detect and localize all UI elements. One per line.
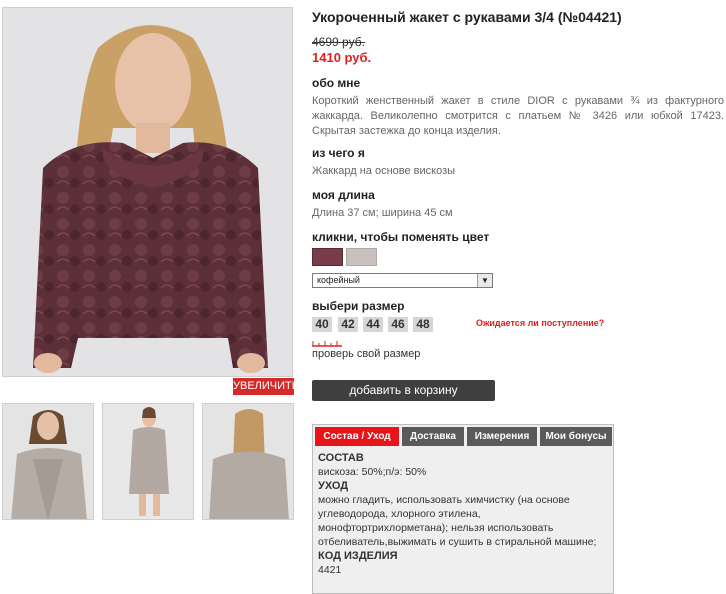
tab-measurements[interactable]: Измерения bbox=[467, 427, 537, 446]
current-price: 1410 руб. bbox=[312, 50, 372, 65]
color-swatch-coffee[interactable] bbox=[312, 248, 343, 266]
ruler-icon bbox=[312, 341, 342, 347]
about-heading: обо мне bbox=[312, 76, 361, 90]
chevron-down-icon[interactable]: ▼ bbox=[477, 274, 492, 287]
length-heading: моя длина bbox=[312, 188, 375, 202]
tab-content: СОСТАВ вискоза: 50%;п/э: 50% УХОД можно … bbox=[318, 451, 598, 577]
thumbnail-1[interactable] bbox=[2, 403, 94, 520]
color-select[interactable]: кофейный ▼ bbox=[312, 273, 493, 288]
product-code: 4421 bbox=[318, 564, 342, 576]
old-price: 4699 руб. bbox=[312, 35, 365, 49]
tab-delivery[interactable]: Доставка bbox=[402, 427, 464, 446]
color-select-value: кофейный bbox=[317, 275, 360, 285]
care-text: можно гладить, использовать химчистку (н… bbox=[318, 494, 597, 548]
tab-my-bonuses[interactable]: Мои бонусы bbox=[540, 427, 612, 446]
size-option-44[interactable]: 44 bbox=[363, 317, 383, 332]
color-heading: кликни, чтобы поменять цвет bbox=[312, 230, 490, 244]
main-product-photo[interactable] bbox=[2, 7, 293, 377]
tab-composition-care[interactable]: Состав / Уход bbox=[315, 427, 399, 446]
length-text: Длина 37 см; ширина 45 см bbox=[312, 207, 453, 219]
size-option-48[interactable]: 48 bbox=[413, 317, 433, 332]
size-option-40[interactable]: 40 bbox=[312, 317, 332, 332]
check-size-link[interactable]: проверь свой размер bbox=[312, 348, 420, 360]
care-heading: УХОД bbox=[318, 480, 349, 492]
size-heading: выбери размер bbox=[312, 299, 405, 313]
info-tabs-panel: Состав / Уход Доставка Измерения Мои бон… bbox=[312, 424, 614, 594]
material-heading: из чего я bbox=[312, 146, 365, 160]
thumbnail-2[interactable] bbox=[102, 403, 194, 520]
code-heading: КОД ИЗДЕЛИЯ bbox=[318, 550, 398, 562]
composition-text: вискоза: 50%;п/э: 50% bbox=[318, 466, 427, 478]
product-title: Укороченный жакет с рукавами 3/4 (№04421… bbox=[312, 9, 622, 25]
material-text: Жаккард на основе вискозы bbox=[312, 165, 456, 177]
composition-heading: СОСТАВ bbox=[318, 452, 364, 464]
arrival-notify-link[interactable]: Ожидается ли поступление? bbox=[476, 318, 604, 328]
about-text: Короткий женственный жакет в стиле DIOR … bbox=[312, 95, 724, 137]
zoom-button[interactable]: УВЕЛИЧИТЬ bbox=[233, 378, 299, 395]
size-option-42[interactable]: 42 bbox=[338, 317, 358, 332]
color-swatch-grey[interactable] bbox=[346, 248, 377, 266]
size-option-46[interactable]: 46 bbox=[388, 317, 408, 332]
thumbnail-3[interactable] bbox=[202, 403, 294, 520]
add-to-cart-button[interactable]: добавить в корзину bbox=[312, 380, 495, 401]
